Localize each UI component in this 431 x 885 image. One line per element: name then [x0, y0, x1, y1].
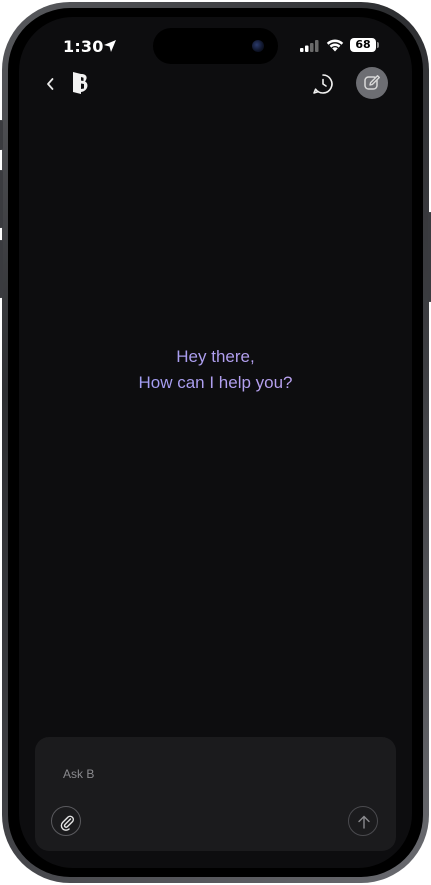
ask-input[interactable]	[63, 763, 363, 785]
battery-level: 68	[355, 38, 371, 51]
app-screen: 1:30 68 Hey there, How can I help you? A…	[19, 17, 412, 868]
new-chat-icon	[364, 75, 380, 90]
status-bar: 1:30 68	[19, 17, 412, 71]
back-button[interactable]	[41, 73, 61, 95]
app-logo-icon	[73, 72, 88, 94]
cellular-signal-icon	[300, 40, 319, 52]
location-arrow-icon	[104, 40, 116, 52]
attach-button[interactable]	[51, 806, 81, 836]
battery-tip	[377, 42, 379, 48]
chevron-left-icon	[47, 78, 54, 90]
new-chat-button[interactable]	[356, 67, 388, 99]
status-time: 1:30	[63, 37, 104, 56]
volume-down-button	[0, 240, 3, 298]
battery-icon: 68	[350, 38, 376, 52]
history-icon	[313, 74, 333, 94]
dynamic-island	[153, 28, 278, 64]
wifi-icon	[326, 39, 344, 52]
greeting-line-1: Hey there,	[176, 347, 255, 366]
message-composer	[35, 737, 396, 851]
greeting-line-2: How can I help you?	[138, 373, 293, 392]
action-button	[0, 120, 3, 150]
paperclip-icon	[60, 815, 74, 831]
top-navigation	[19, 67, 412, 101]
arrow-up-icon	[358, 815, 370, 829]
greeting-message: Hey there, How can I help you?	[19, 344, 412, 396]
send-button[interactable]	[348, 806, 378, 836]
volume-up-button	[0, 170, 3, 228]
front-camera-icon	[252, 40, 264, 52]
history-button[interactable]	[311, 72, 335, 96]
